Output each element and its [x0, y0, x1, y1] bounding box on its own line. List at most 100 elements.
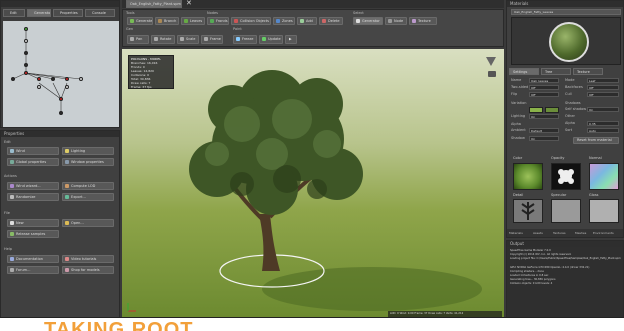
tab-environments[interactable]: Environments	[593, 231, 614, 235]
tab-settings[interactable]: Settings	[509, 68, 539, 75]
backfaces-field[interactable]: Off	[587, 85, 619, 90]
flip-field[interactable]: Off	[529, 92, 559, 97]
camera-icon[interactable]	[488, 71, 496, 77]
cull-field[interactable]: Off	[587, 92, 619, 97]
zones-button[interactable]: Zones	[273, 17, 295, 25]
video-tutorials-button[interactable]: Video tutorials	[62, 255, 114, 263]
forum-button[interactable]: Forum...	[7, 266, 59, 274]
normal-texture-thumb[interactable]	[589, 163, 619, 190]
update-button[interactable]: Update	[259, 35, 283, 44]
zone-node[interactable]	[59, 111, 63, 115]
export-button[interactable]: Export...	[62, 193, 114, 201]
lighting-field[interactable]: On	[529, 114, 559, 119]
wind-button[interactable]: Wind	[7, 147, 59, 155]
headline-text: TAKING ROOT	[44, 319, 194, 331]
two-sided-field[interactable]: Off	[529, 85, 559, 90]
tab-texture[interactable]: Texture	[573, 68, 603, 75]
collision-objects-button[interactable]: Collision Objects	[231, 17, 271, 25]
tab-textures[interactable]: Textures	[553, 231, 566, 235]
tab-tree[interactable]: Tree	[541, 68, 571, 75]
global-properties-button[interactable]: Global properties	[7, 158, 59, 166]
tab-edit[interactable]: Edit	[3, 9, 25, 17]
output-header: Output	[507, 241, 623, 247]
document-tab[interactable]: Oak_English_Fatty_Plant.spm	[126, 0, 182, 8]
randomize-button[interactable]: Randomize	[7, 193, 59, 201]
name-field[interactable]: Oak_leaves	[529, 78, 559, 83]
leaves-button[interactable]: Leaves	[181, 17, 205, 25]
wind-wizard-button[interactable]: Wind wizard...	[7, 182, 59, 190]
play-button[interactable]: ▶	[285, 35, 297, 44]
variation-color-swatch[interactable]	[529, 107, 543, 113]
shadow-field[interactable]: On	[529, 136, 559, 141]
root-node[interactable]	[24, 27, 28, 31]
detail-texture-label: Detail	[513, 193, 524, 197]
zone-node[interactable]	[59, 97, 63, 101]
texture-icon	[412, 19, 416, 23]
leaf-node[interactable]	[79, 77, 83, 81]
branch-button[interactable]: Branch	[155, 17, 179, 25]
3d-viewport[interactable]: POLYGONS - MODEL Branches: 16,016 Fronds…	[122, 49, 504, 318]
frame-button[interactable]: Frame	[201, 35, 223, 44]
leaf-node[interactable]	[24, 71, 28, 75]
leaf-node[interactable]	[51, 77, 55, 81]
alpha-field[interactable]: 0.35	[587, 121, 619, 126]
delete-button[interactable]: Delete	[319, 17, 343, 25]
tab-meshes[interactable]: Meshes	[575, 231, 586, 235]
detail-texture-thumb[interactable]	[513, 199, 543, 223]
select-generator-button[interactable]: Generator	[353, 17, 383, 25]
window-icon	[65, 160, 69, 164]
fronds-button[interactable]: Fronds	[207, 17, 229, 25]
sort-field[interactable]: Auto	[587, 128, 619, 133]
specular-texture-thumb[interactable]	[551, 199, 581, 223]
lighting-button[interactable]: Lighting	[62, 147, 114, 155]
alpha-section-label: Alpha	[511, 122, 521, 126]
rotate-button[interactable]: Rotate	[151, 35, 175, 44]
pan-button[interactable]: Pan	[127, 35, 149, 44]
reset-from-material-button[interactable]: Reset from material	[573, 137, 619, 144]
select-texture-button[interactable]: Texture	[409, 17, 437, 25]
branch-node[interactable]	[24, 51, 28, 55]
opacity-texture-thumb[interactable]	[551, 163, 581, 190]
freeze-button[interactable]: Freeze	[233, 35, 257, 44]
generate-button[interactable]: Generate	[127, 17, 153, 25]
open-button[interactable]: Open...	[62, 219, 114, 227]
ambient-field[interactable]: Default	[529, 128, 559, 133]
generator-node-graph[interactable]	[3, 21, 119, 127]
scale-button[interactable]: Scale	[177, 35, 199, 44]
window-properties-button[interactable]: Window properties	[62, 158, 114, 166]
two-sided-label: Two-sided	[511, 85, 529, 89]
close-tab-icon[interactable]: ✕	[186, 0, 192, 7]
compute-lod-button[interactable]: Compute LOD	[62, 182, 114, 190]
settings-tabs: Settings Tree Texture	[509, 68, 623, 76]
documentation-button[interactable]: Documentation	[7, 255, 59, 263]
variation-color-swatch[interactable]	[545, 107, 559, 113]
play-icon: ▶	[289, 37, 292, 41]
tab-console[interactable]: Console	[85, 9, 115, 17]
generator-tabs: Edit Generators Properties Console	[3, 9, 119, 19]
wind-direction-icon[interactable]	[486, 57, 496, 66]
select-node-button[interactable]: Node	[385, 17, 407, 25]
leaf-node[interactable]	[11, 77, 15, 81]
mode-field[interactable]: Leaf	[587, 78, 619, 83]
add-button[interactable]: Add	[297, 17, 317, 25]
rotate-icon	[154, 37, 158, 41]
color-texture-thumb[interactable]	[513, 163, 543, 190]
release-samples-button[interactable]: Release samples	[7, 230, 59, 238]
flip-label: Flip	[511, 92, 518, 96]
gloss-texture-thumb[interactable]	[589, 199, 619, 223]
leaf-node[interactable]	[37, 77, 41, 81]
tab-generators[interactable]: Generators	[27, 9, 51, 17]
new-button[interactable]: New	[7, 219, 59, 227]
tab-materials[interactable]: Materials	[509, 231, 523, 235]
material-selector[interactable]: Oak_English_Fatty_Leaves	[511, 9, 621, 15]
self-shadow-field[interactable]: On	[587, 107, 619, 112]
leaf-node[interactable]	[65, 77, 69, 81]
branch-node[interactable]	[24, 63, 28, 67]
shop-button[interactable]: Shop for models	[62, 266, 114, 274]
materials-panel: Materials Oak_English_Fatty_Leaves Setti…	[506, 0, 624, 238]
frond-node[interactable]	[65, 85, 69, 89]
frond-node[interactable]	[37, 85, 41, 89]
trunk-node[interactable]	[24, 39, 28, 43]
tab-assets[interactable]: Assets	[533, 231, 543, 235]
tab-properties[interactable]: Properties	[53, 9, 83, 17]
